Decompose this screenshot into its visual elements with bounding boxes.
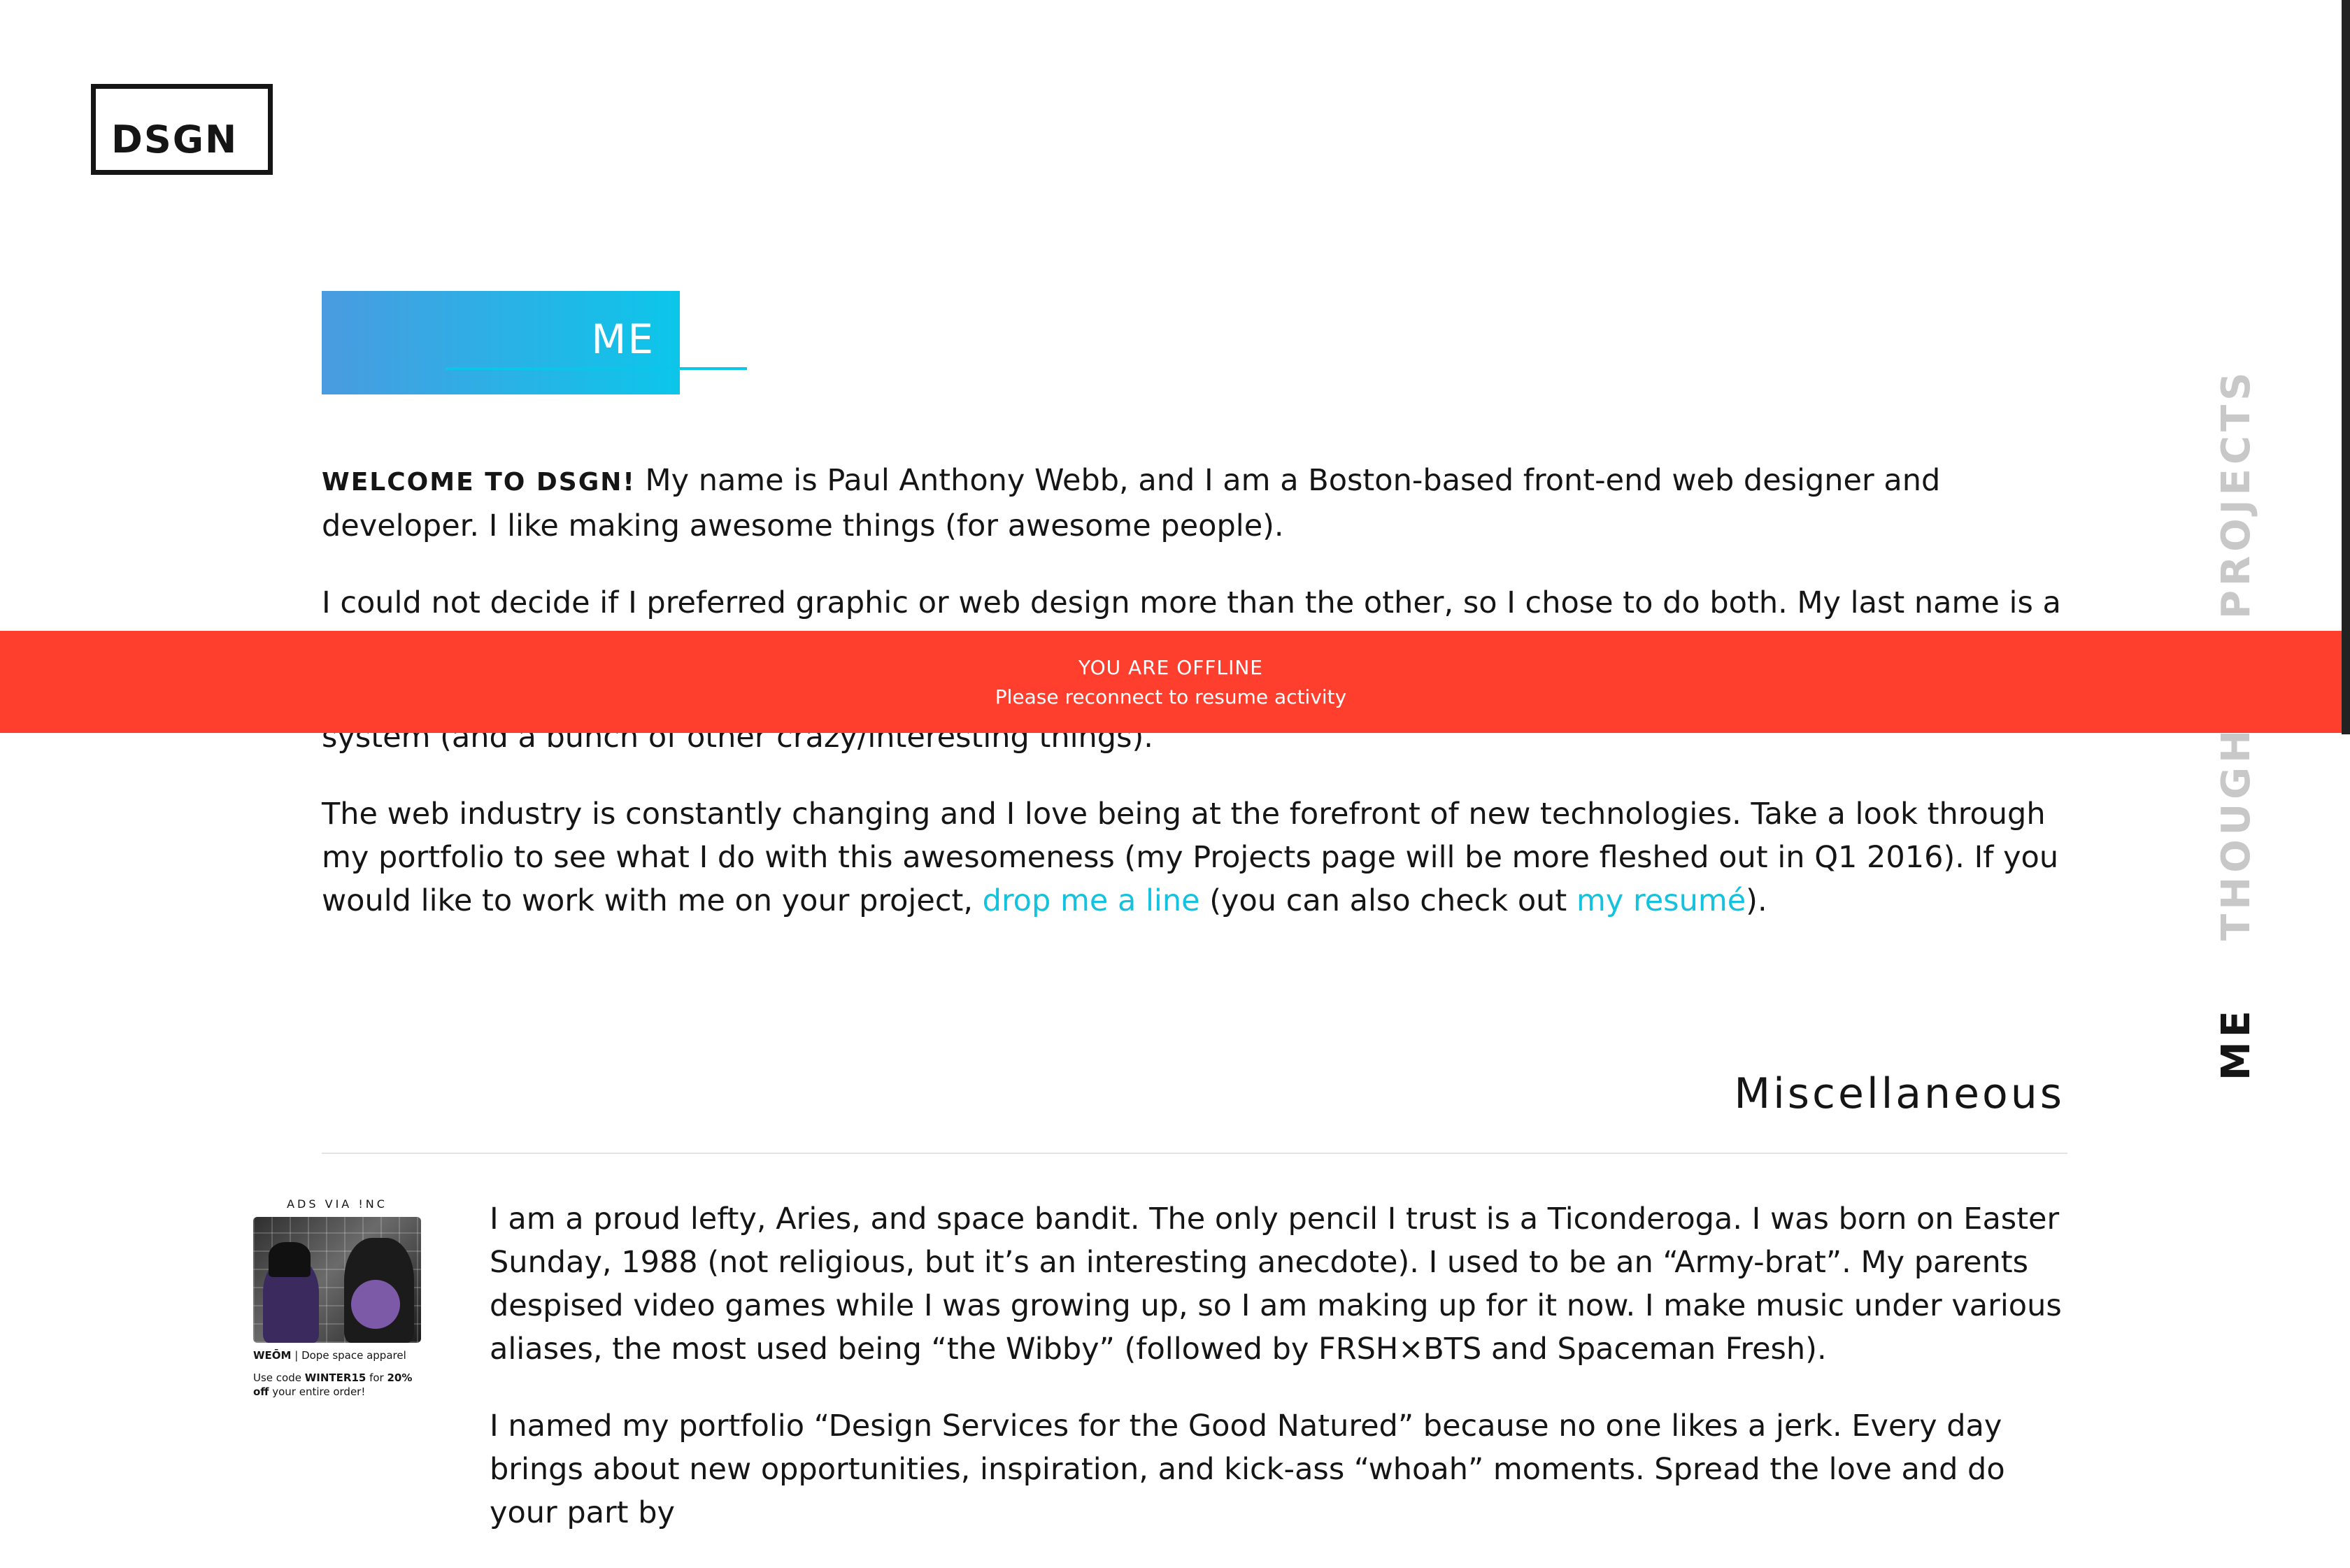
hero-underline xyxy=(446,367,747,370)
ad-image-graphic xyxy=(351,1280,400,1329)
misc-paragraph: I am a proud lefty, Aries, and space ban… xyxy=(490,1202,2062,1367)
misc-heading: Miscellaneous xyxy=(1734,1069,2065,1118)
ad-promo: Use code WINTER15 for 20% off your entir… xyxy=(253,1371,421,1399)
offline-banner: YOU ARE OFFLINE Please reconnect to resu… xyxy=(0,631,2342,733)
ad-promo-prefix: Use code xyxy=(253,1371,305,1384)
nav-item-projects[interactable]: PROJECTS xyxy=(2214,369,2259,620)
contact-link[interactable]: drop me a line xyxy=(983,883,1200,918)
ad-brand: WEŌM xyxy=(253,1349,292,1362)
ad-image[interactable] xyxy=(253,1217,421,1343)
portfolio-text-mid: (you can also check out xyxy=(1199,883,1576,918)
offline-message: Please reconnect to resume activity xyxy=(995,685,1347,708)
offline-title: YOU ARE OFFLINE xyxy=(1078,656,1263,679)
page-hero: ME xyxy=(322,291,680,394)
ad-tagline-text: | Dope space apparel xyxy=(291,1349,406,1362)
scrollbar[interactable] xyxy=(2342,0,2350,734)
ad-promo-mid: for xyxy=(366,1371,387,1384)
ad-tagline: WEŌM | Dope space apparel xyxy=(253,1348,421,1362)
ad-block[interactable]: ADS VIA !NC WEŌM | Dope space apparel Us… xyxy=(253,1197,490,1399)
portfolio-text-end: ). xyxy=(1746,883,1767,918)
misc-paragraph: I named my portfolio “Design Services fo… xyxy=(490,1409,2005,1530)
intro-paragraph: WELCOME TO DSGN! My name is Paul Anthony… xyxy=(322,459,2070,548)
misc-divider xyxy=(322,1153,2067,1154)
misc-content: ADS VIA !NC WEŌM | Dope space apparel Us… xyxy=(253,1197,2070,1568)
ad-promo-code: WINTER15 xyxy=(304,1371,366,1384)
nav-item-me[interactable]: ME xyxy=(2214,1006,2259,1081)
resume-link[interactable]: my resumé xyxy=(1576,883,1746,918)
site-logo[interactable]: DSGN xyxy=(91,84,273,175)
logo-text: DSGN xyxy=(111,117,238,162)
welcome-lead: WELCOME TO DSGN! xyxy=(322,468,636,497)
portfolio-paragraph: The web industry is constantly changing … xyxy=(322,792,2070,922)
design-paragraph: I could not decide if I preferred graphi… xyxy=(322,585,2061,620)
ad-image-cap xyxy=(269,1242,311,1277)
ad-promo-suffix: your entire order! xyxy=(269,1385,366,1398)
side-navigation: PROJECTS THOUGHTS ME xyxy=(2175,0,2301,1469)
ad-header: ADS VIA !NC xyxy=(287,1197,387,1211)
page-title: ME xyxy=(591,315,655,363)
